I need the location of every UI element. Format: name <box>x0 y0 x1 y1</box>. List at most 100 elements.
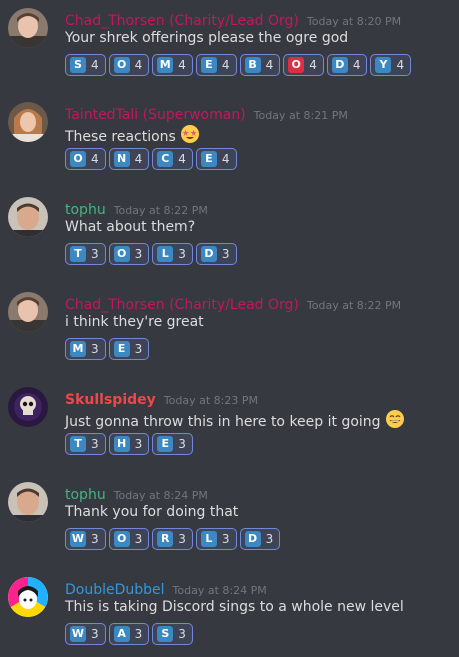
message-timestamp: Today at 8:24 PM <box>113 489 208 502</box>
reaction-button[interactable]: D3 <box>195 243 237 265</box>
reaction-count: 3 <box>178 437 186 451</box>
reaction-count: 3 <box>221 247 230 261</box>
author-name[interactable]: Chad_Thorsen (Charity/Lead Org) <box>65 13 299 29</box>
regional-indicator-l-icon: L <box>200 531 217 547</box>
reaction-button[interactable]: T3 <box>65 433 106 455</box>
reaction-count: 4 <box>352 58 361 72</box>
reaction-count: 4 <box>178 58 186 72</box>
regional-indicator-s-icon: S <box>70 57 86 73</box>
reaction-bar: W3O3R3L3D3 <box>65 528 283 552</box>
regional-indicator-e-icon: E <box>113 341 130 357</box>
reaction-button[interactable]: D4 <box>326 54 368 76</box>
reaction-count: 3 <box>265 532 274 546</box>
reaction-count: 3 <box>221 532 230 546</box>
reaction-count: 3 <box>178 247 186 261</box>
reaction-button[interactable]: O4 <box>108 54 150 76</box>
reaction-bar: M3E3 <box>65 338 152 362</box>
reaction-button[interactable]: S3 <box>152 623 193 645</box>
reaction-button[interactable]: O3 <box>108 243 150 265</box>
message-text: Thank you for doing that <box>65 504 239 520</box>
regional-indicator-l-icon: L <box>157 246 174 262</box>
author-name[interactable]: TaintedTali (Superwoman) <box>65 107 246 123</box>
message-timestamp: Today at 8:22 PM <box>113 204 208 217</box>
reaction-count: 3 <box>91 437 99 451</box>
reaction-bar: T3H3E3 <box>65 433 196 457</box>
author-name[interactable]: Chad_Thorsen (Charity/Lead Org) <box>65 297 299 313</box>
reaction-button[interactable]: R3 <box>152 528 193 550</box>
reaction-button[interactable]: H3 <box>108 433 150 455</box>
message-text: i think they're great <box>65 314 204 330</box>
star-struck-emoji-icon <box>180 124 200 148</box>
reaction-button[interactable]: E4 <box>195 54 237 76</box>
reaction-button[interactable]: M3 <box>65 338 106 360</box>
regional-indicator-w-icon: W <box>70 531 86 547</box>
message-timestamp: Today at 8:23 PM <box>163 394 258 407</box>
regional-indicator-a-icon: A <box>113 626 130 642</box>
regional-indicator-c-icon: C <box>157 151 174 167</box>
regional-indicator-m-icon: M <box>157 57 174 73</box>
reaction-button[interactable]: A3 <box>108 623 150 645</box>
regional-indicator-t-icon: T <box>70 436 86 452</box>
reaction-button[interactable]: E3 <box>108 338 150 360</box>
message-text: These reactions <box>65 129 176 145</box>
user-avatar[interactable] <box>8 292 48 332</box>
reaction-count: 3 <box>134 627 143 641</box>
regional-indicator-s-icon: S <box>157 626 174 642</box>
reaction-button[interactable]: E4 <box>195 148 237 170</box>
reaction-count: 4 <box>91 58 99 72</box>
regional-indicator-t-icon: T <box>70 246 86 262</box>
message-timestamp: Today at 8:21 PM <box>253 109 348 122</box>
message-text: Just gonna throw this in here to keep it… <box>65 414 381 430</box>
message-text: Your shrek offerings please the ogre god <box>65 30 349 46</box>
reaction-button[interactable]: L3 <box>152 243 193 265</box>
regional-indicator-m-icon: M <box>70 341 86 357</box>
reaction-button[interactable]: N4 <box>108 148 150 170</box>
reaction-button[interactable]: O4 <box>65 148 106 170</box>
regional-indicator-n-icon: N <box>113 151 130 167</box>
reaction-count: 3 <box>178 627 186 641</box>
grinning-emoji-icon <box>385 409 405 433</box>
reaction-count: 4 <box>265 58 274 72</box>
reaction-count: 3 <box>134 342 143 356</box>
reaction-button[interactable]: C4 <box>152 148 193 170</box>
reaction-button[interactable]: W3 <box>65 623 106 645</box>
reaction-count: 3 <box>91 342 99 356</box>
reaction-count: 4 <box>134 58 143 72</box>
author-name[interactable]: DoubleDubbel <box>65 582 165 598</box>
reaction-count: 4 <box>221 152 230 166</box>
reaction-button[interactable]: S4 <box>65 54 106 76</box>
regional-indicator-o-icon: O <box>70 151 86 167</box>
reaction-button[interactable]: O3 <box>108 528 150 550</box>
regional-indicator-o-icon: O <box>113 246 130 262</box>
reaction-button[interactable]: Y4 <box>370 54 412 76</box>
reaction-count: 3 <box>134 532 143 546</box>
reaction-button[interactable]: B4 <box>239 54 281 76</box>
reaction-button[interactable]: D3 <box>239 528 281 550</box>
user-avatar[interactable] <box>8 482 48 522</box>
author-name[interactable]: tophu <box>65 202 106 218</box>
user-avatar[interactable] <box>8 8 48 48</box>
regional-indicator-o-icon: O <box>288 57 305 73</box>
regional-indicator-o-icon: O <box>113 531 130 547</box>
user-avatar[interactable] <box>8 387 48 427</box>
regional-indicator-h-icon: H <box>113 436 130 452</box>
reaction-button[interactable]: T3 <box>65 243 106 265</box>
user-avatar[interactable] <box>8 197 48 237</box>
reaction-count: 4 <box>134 152 143 166</box>
reaction-count: 4 <box>91 152 99 166</box>
reaction-button[interactable]: W3 <box>65 528 106 550</box>
author-name[interactable]: Skullspidey <box>65 392 156 408</box>
reaction-button[interactable]: M4 <box>152 54 193 76</box>
regional-indicator-o-icon: O <box>113 57 130 73</box>
reaction-button[interactable]: O4 <box>283 54 324 76</box>
author-name[interactable]: tophu <box>65 487 106 503</box>
regional-indicator-e-icon: E <box>200 151 217 167</box>
regional-indicator-d-icon: D <box>244 531 261 547</box>
regional-indicator-y-icon: Y <box>375 57 392 73</box>
reaction-button[interactable]: L3 <box>195 528 237 550</box>
message-timestamp: Today at 8:24 PM <box>172 584 267 597</box>
user-avatar[interactable] <box>8 577 48 617</box>
user-avatar[interactable] <box>8 102 48 142</box>
reaction-count: 3 <box>134 437 143 451</box>
reaction-button[interactable]: E3 <box>152 433 193 455</box>
